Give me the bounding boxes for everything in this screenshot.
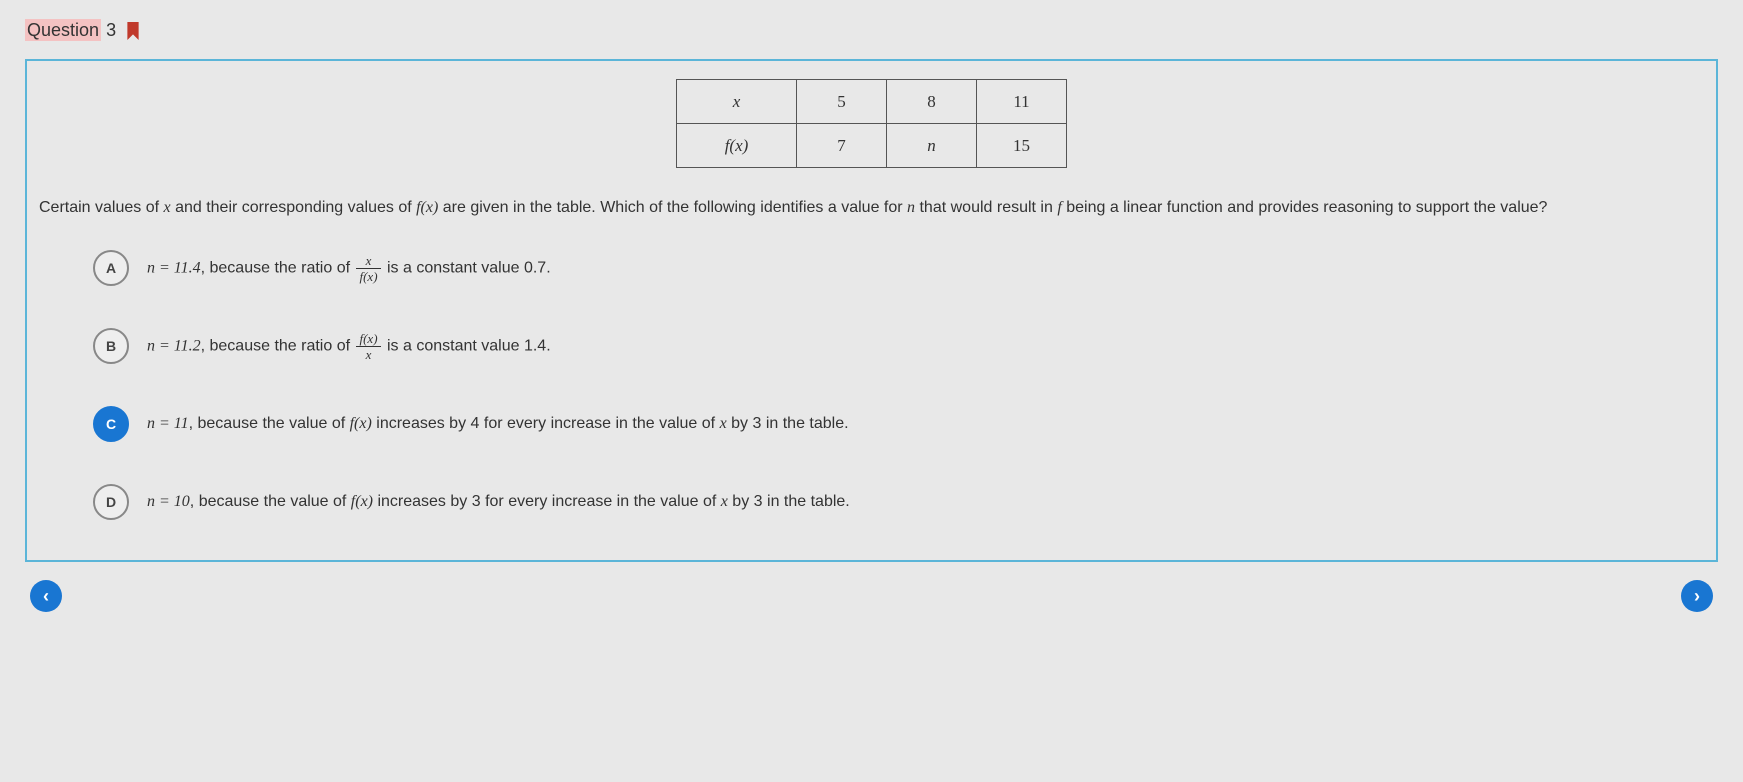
answer-choices: A n = 11.4, because the ratio of xf(x) i… bbox=[37, 250, 1706, 520]
choice-bubble-b: B bbox=[93, 328, 129, 364]
choice-c[interactable]: C n = 11, because the value of f(x) incr… bbox=[93, 406, 1706, 442]
question-header: Question 3 bbox=[25, 20, 1718, 41]
question-card: x 5 8 11 f(x) 7 n 15 Certain values of x… bbox=[25, 59, 1718, 562]
choice-bubble-d: D bbox=[93, 484, 129, 520]
fraction-icon: xf(x) bbox=[356, 254, 380, 283]
nav-row: ‹ › bbox=[25, 580, 1718, 612]
question-stem: Certain values of x and their correspond… bbox=[37, 196, 1706, 220]
table-row: x 5 8 11 bbox=[677, 80, 1067, 124]
choice-text: n = 11, because the value of f(x) increa… bbox=[147, 413, 849, 435]
next-button[interactable]: › bbox=[1681, 580, 1713, 612]
choice-d[interactable]: D n = 10, because the value of f(x) incr… bbox=[93, 484, 1706, 520]
chevron-left-icon: ‹ bbox=[43, 586, 49, 607]
choice-bubble-c: C bbox=[93, 406, 129, 442]
prev-button[interactable]: ‹ bbox=[30, 580, 62, 612]
choice-text: n = 11.4, because the ratio of xf(x) is … bbox=[147, 254, 551, 283]
data-table: x 5 8 11 f(x) 7 n 15 bbox=[676, 79, 1067, 168]
question-number-label: Question 3 bbox=[25, 20, 116, 41]
fraction-icon: f(x)x bbox=[356, 332, 380, 361]
choice-text: n = 11.2, because the ratio of f(x)x is … bbox=[147, 332, 551, 361]
choice-b[interactable]: B n = 11.2, because the ratio of f(x)x i… bbox=[93, 328, 1706, 364]
chevron-right-icon: › bbox=[1694, 586, 1700, 607]
choice-text: n = 10, because the value of f(x) increa… bbox=[147, 491, 850, 513]
choice-bubble-a: A bbox=[93, 250, 129, 286]
choice-a[interactable]: A n = 11.4, because the ratio of xf(x) i… bbox=[93, 250, 1706, 286]
table-row: f(x) 7 n 15 bbox=[677, 124, 1067, 168]
bookmark-icon[interactable] bbox=[126, 22, 140, 40]
